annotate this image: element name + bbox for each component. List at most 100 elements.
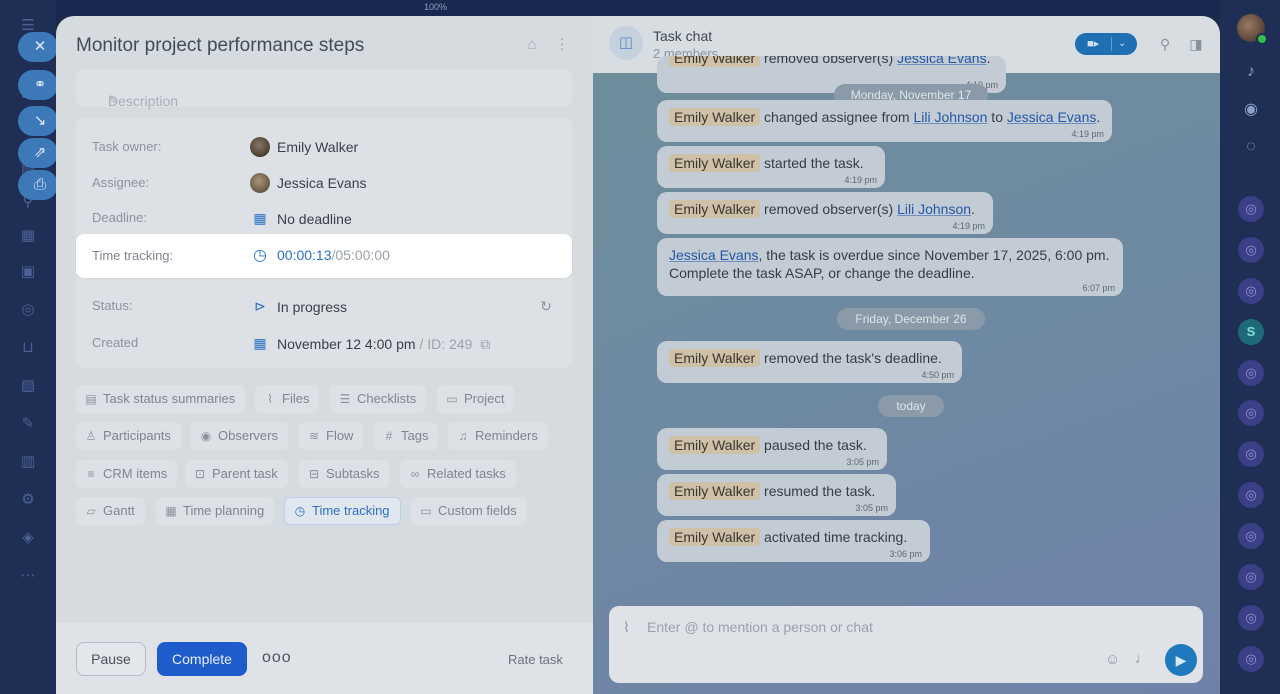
message-author[interactable]: Emily Walker — [669, 528, 761, 546]
recent-chat-icon[interactable]: ◎ — [1238, 278, 1264, 304]
date-divider: Friday, December 26 — [837, 308, 985, 330]
chip-time-planning[interactable]: ▦ Time planning — [156, 497, 275, 525]
recent-chat-icon[interactable]: ◎ — [1238, 196, 1264, 222]
recent-chat-avatar[interactable]: S — [1238, 319, 1264, 345]
recent-chat-icon[interactable]: ◎ — [1238, 564, 1264, 590]
message-author[interactable]: Emily Walker — [669, 200, 761, 218]
mic-icon[interactable]: ♩ — [1135, 650, 1150, 667]
task-title[interactable]: Monitor project performance steps — [76, 35, 364, 57]
send-button[interactable]: ▶ — [1165, 644, 1197, 676]
rail-analytics-icon[interactable]: ▥ — [18, 452, 38, 472]
message-composer[interactable]: ⌇ Enter @ to mention a person or chat ☺ … — [609, 606, 1203, 683]
search-icon[interactable]: ⚲ — [1156, 35, 1174, 53]
message-author[interactable]: Emily Walker — [669, 56, 761, 67]
chip-tags[interactable]: # Tags — [374, 422, 439, 450]
recent-chat-icon[interactable]: ◎ — [1238, 400, 1264, 426]
status-value[interactable]: In progress — [277, 299, 347, 315]
chip-participants[interactable]: ♙ Participants — [76, 422, 181, 450]
calendar-icon: ▦ — [253, 210, 267, 226]
chip-flow[interactable]: ≋ Flow — [299, 422, 364, 450]
copy-link-button[interactable]: ⚭ — [18, 70, 58, 100]
pause-button[interactable]: Pause — [76, 642, 146, 676]
refresh-icon[interactable]: ↻ — [536, 296, 556, 316]
rail-box-icon[interactable]: ◈ — [18, 528, 38, 548]
mention-link[interactable]: Jessica Evans — [669, 247, 758, 263]
more-vertical-icon[interactable]: ⋮ — [553, 36, 571, 54]
rate-task-link[interactable]: Rate task — [508, 652, 563, 667]
video-call-button[interactable]: ■▸ ⌄ — [1075, 33, 1137, 55]
complete-button[interactable]: Complete — [157, 642, 247, 676]
chip-time-tracking[interactable]: ◷ Time tracking — [284, 497, 401, 525]
chip-files[interactable]: ⌇ Files — [255, 385, 320, 413]
mention-link[interactable]: Jessica Evans — [1007, 109, 1096, 125]
timer-icon[interactable]: ◷ — [250, 246, 270, 266]
time-tracking-row[interactable]: Time tracking: ◷ 00:00:13/05:00:00 — [76, 234, 572, 278]
rail-drive-icon[interactable]: ▣ — [18, 262, 38, 282]
chip-gantt[interactable]: ▱ Gantt — [76, 497, 145, 525]
more-actions-button[interactable]: ooo — [262, 648, 291, 668]
rail-sign-icon[interactable]: ✎ — [18, 414, 38, 434]
chip-label: Checklists — [357, 391, 417, 406]
minimize-button[interactable]: ↘ — [18, 106, 58, 136]
chip-subtasks[interactable]: ⊟ Subtasks — [299, 460, 390, 488]
paperclip-icon[interactable]: ⌇ — [623, 619, 630, 636]
assignee-value[interactable]: Jessica Evans — [277, 175, 366, 191]
chat-title[interactable]: Task chat — [653, 28, 712, 44]
rail-cart-icon[interactable]: ⊔ — [18, 338, 38, 358]
rail-doc-icon[interactable]: ▧ — [18, 376, 38, 396]
message-author[interactable]: Emily Walker — [669, 436, 761, 454]
mention-link[interactable]: Jessica Evans — [897, 56, 986, 66]
close-icon: ✕ — [33, 38, 47, 55]
description-field[interactable]: Description ✎ — [76, 69, 572, 109]
recent-chat-icon[interactable]: ◎ — [1238, 482, 1264, 508]
chip-parent-task[interactable]: ⊡ Parent task — [185, 460, 288, 488]
recent-chat-icon[interactable]: ◎ — [1238, 360, 1264, 386]
rail-tasks-icon[interactable]: ◎ — [18, 300, 38, 320]
chip-custom-fields[interactable]: ▭ Custom fields — [411, 497, 527, 525]
mention-link[interactable]: Lili Johnson — [897, 201, 971, 217]
chip-task-status-summaries[interactable]: ▤ Task status summaries — [76, 385, 246, 413]
emoji-icon[interactable]: ☺ — [1105, 651, 1120, 668]
message-text: removed the task's deadline. — [760, 350, 942, 366]
bell-icon[interactable]: ♪ — [1238, 59, 1264, 85]
open-new-window-button[interactable]: ⇗ — [18, 138, 58, 168]
chip-related-tasks[interactable]: ∞ Related tasks — [400, 460, 516, 488]
message: Emily Walker changed assignee from Lili … — [657, 100, 1112, 142]
mention-link[interactable]: Lili Johnson — [913, 109, 987, 125]
message-author[interactable]: Emily Walker — [669, 349, 761, 367]
chip-checklists[interactable]: ☰ Checklists — [330, 385, 427, 413]
recent-chat-icon[interactable]: ◎ — [1238, 646, 1264, 672]
print-button[interactable]: ⎙ — [18, 170, 58, 200]
recent-chat-icon[interactable]: ◎ — [1238, 523, 1264, 549]
deadline-value[interactable]: No deadline — [277, 211, 352, 227]
copy-icon[interactable]: ⧉ — [480, 336, 490, 352]
rail-more-icon[interactable]: ⋯ — [18, 566, 38, 586]
message-author[interactable]: Emily Walker — [669, 108, 761, 126]
close-slider-button[interactable]: ✕ — [18, 32, 58, 62]
owner-value[interactable]: Emily Walker — [277, 139, 358, 155]
recent-chat-icon[interactable]: ◎ — [1238, 441, 1264, 467]
chip-observers[interactable]: ◉ Observers — [191, 422, 288, 450]
message: Emily Walker removed observer(s) Lili Jo… — [657, 192, 993, 234]
chevron-down-icon[interactable]: ⌄ — [1118, 33, 1126, 55]
time-tracking-value[interactable]: 00:00:13/05:00:00 — [277, 247, 390, 263]
status-label: Status: — [92, 298, 133, 313]
rail-calendar-icon[interactable]: ▦ — [18, 226, 38, 246]
recent-chat-icon[interactable]: ◎ — [1238, 237, 1264, 263]
chip-project[interactable]: ▭ Project — [437, 385, 515, 413]
chip-reminders[interactable]: ♫ Reminders — [448, 422, 548, 450]
recent-chat-icon[interactable]: ◎ — [1238, 605, 1264, 631]
chip-crm-items[interactable]: ≡ CRM items — [76, 460, 178, 488]
home-icon[interactable]: ⌂ — [523, 36, 541, 54]
message-text: started the task. — [760, 155, 864, 171]
user-avatar[interactable] — [1237, 14, 1268, 45]
rail-support-icon[interactable]: ◌ — [1238, 134, 1264, 160]
rail-copilot-icon[interactable]: ◉ — [1238, 97, 1264, 123]
sidebar-icon[interactable]: ◨ — [1187, 35, 1205, 53]
message-author[interactable]: Emily Walker — [669, 154, 761, 172]
message-author[interactable]: Emily Walker — [669, 482, 761, 500]
external-link-icon: ⇗ — [33, 144, 47, 161]
rail-automation-icon[interactable]: ⚙ — [18, 490, 38, 510]
message-input[interactable]: Enter @ to mention a person or chat — [647, 619, 873, 635]
online-status-icon — [1256, 33, 1268, 45]
